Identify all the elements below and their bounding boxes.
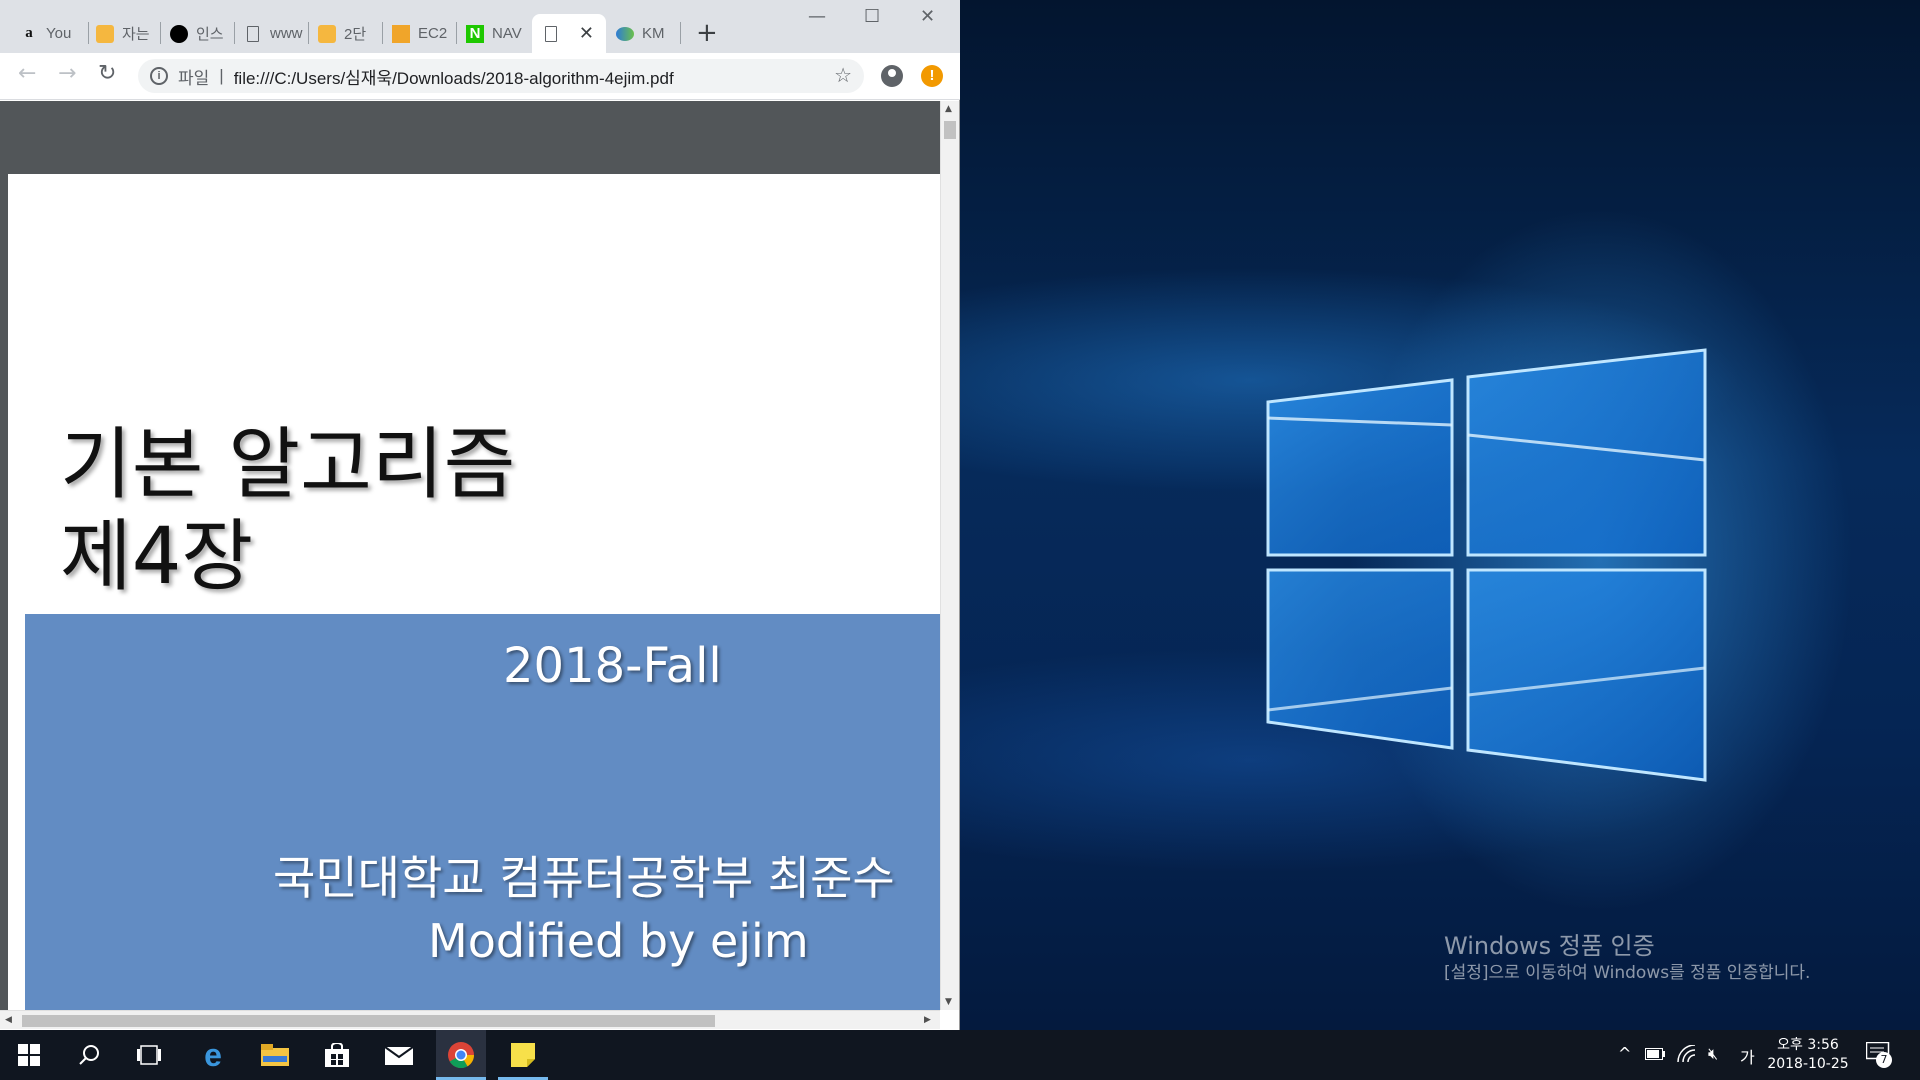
box-icon xyxy=(96,24,114,43)
amazon-icon: a xyxy=(25,25,33,41)
tab-insta[interactable]: 인스 xyxy=(160,14,234,53)
search-icon xyxy=(79,1045,99,1065)
tab-label: 인스 xyxy=(196,26,224,43)
activation-subtitle: [설정]으로 이동하여 Windows를 정품 인증합니다. xyxy=(1444,963,1811,983)
scroll-right-arrow-icon[interactable]: ▶ xyxy=(924,1015,931,1025)
activation-title: Windows 정품 인증 xyxy=(1444,932,1655,960)
minimize-button[interactable]: — xyxy=(808,6,826,27)
tab-ec2[interactable]: EC2 xyxy=(382,14,456,53)
pdf-page: 기본 알고리즘 제4장 2018-Fall 국민대학교 컴퓨터공학부 최준수 M… xyxy=(8,174,940,1010)
horizontal-scroll-thumb[interactable] xyxy=(22,1015,715,1027)
tab-label: EC2 xyxy=(418,25,448,42)
search-button[interactable] xyxy=(64,1030,114,1080)
file-explorer-button[interactable] xyxy=(250,1030,300,1080)
reload-button[interactable]: ↻ xyxy=(98,61,116,86)
store-button[interactable] xyxy=(312,1030,362,1080)
new-tab-button[interactable]: + xyxy=(696,18,718,48)
sticky-notes-button[interactable] xyxy=(498,1030,548,1080)
show-hidden-icons-icon[interactable]: ^ xyxy=(1618,1044,1631,1063)
scheme-label: 파일 xyxy=(178,68,210,88)
battery-icon[interactable] xyxy=(1645,1048,1665,1060)
start-button[interactable] xyxy=(4,1030,54,1080)
tab-label: You xyxy=(46,25,72,42)
tab-label: 자는 xyxy=(122,26,150,43)
pdf-toolbar xyxy=(0,101,940,174)
tab-naver[interactable]: N NAV xyxy=(456,14,530,53)
page-icon xyxy=(542,25,560,43)
tab-strip: a You 자는 인스 www 2단 EC2 N NAV ✕ KM + — ☐ … xyxy=(0,0,960,53)
volume-muted-icon[interactable]: 🔇︎ xyxy=(1708,1044,1718,1064)
windows-start-icon xyxy=(18,1044,40,1066)
notification-count-badge: 7 xyxy=(1876,1052,1892,1068)
scroll-left-arrow-icon[interactable]: ◀ xyxy=(5,1015,12,1025)
taskbar: e ^ 🔇︎ 가 오후 3:56 2018-10-25 7 xyxy=(0,1030,1920,1080)
maximize-button[interactable]: ☐ xyxy=(864,6,880,27)
edge-icon: e xyxy=(204,1036,222,1073)
close-window-button[interactable]: ✕ xyxy=(920,6,935,27)
mail-button[interactable] xyxy=(374,1030,424,1080)
star-icon[interactable]: ☆ xyxy=(834,63,852,88)
close-tab-icon[interactable]: ✕ xyxy=(579,23,594,44)
chrome-window: a You 자는 인스 www 2단 EC2 N NAV ✕ KM + — ☐ … xyxy=(0,0,960,1030)
tab-separator xyxy=(680,22,681,44)
mail-icon xyxy=(385,1046,413,1065)
tab-km[interactable]: KM xyxy=(606,14,680,53)
sticky-note-icon xyxy=(511,1043,535,1067)
vertical-scroll-thumb[interactable] xyxy=(944,121,956,139)
task-view-icon xyxy=(137,1045,161,1065)
box-icon xyxy=(318,24,336,43)
tab-amazon[interactable]: a You xyxy=(10,14,88,53)
tab-box[interactable]: 자는 xyxy=(86,14,160,53)
naver-icon: N xyxy=(466,24,484,43)
address-bar[interactable]: i 파일 | file:///C:/Users/심재욱/Downloads/20… xyxy=(138,59,864,93)
km-icon xyxy=(616,25,634,43)
tab-label: KM xyxy=(642,25,665,42)
action-center-button[interactable]: 7 xyxy=(1865,1041,1894,1068)
url-text[interactable]: file:///C:/Users/심재욱/Downloads/2018-algo… xyxy=(234,64,674,89)
pdf-modified-by: Modified by ejim xyxy=(428,914,809,968)
tab-label: NAV xyxy=(492,25,522,42)
account-icon[interactable] xyxy=(881,65,903,87)
scroll-down-arrow-icon[interactable]: ▼ xyxy=(945,997,952,1007)
clock-date[interactable]: 2018-10-25 xyxy=(1760,1056,1856,1072)
update-alert-icon[interactable]: ! xyxy=(921,65,943,87)
chrome-button[interactable] xyxy=(436,1030,486,1080)
store-bag-icon xyxy=(325,1043,349,1067)
task-view-button[interactable] xyxy=(124,1030,174,1080)
tab-2dan[interactable]: 2단 xyxy=(308,14,382,53)
tab-label: 2단 xyxy=(344,26,367,43)
back-button[interactable]: ← xyxy=(18,61,36,86)
scroll-up-arrow-icon[interactable]: ▲ xyxy=(945,104,952,114)
pdf-subtitle-band: 2018-Fall 국민대학교 컴퓨터공학부 최준수 Modified by e… xyxy=(25,614,940,1010)
browser-toolbar: ← → ↻ i 파일 | file:///C:/Users/심재욱/Downlo… xyxy=(0,53,960,100)
pdf-semester: 2018-Fall xyxy=(503,638,722,694)
aws-box-icon xyxy=(392,24,410,43)
divider: | xyxy=(219,66,224,85)
forward-button[interactable]: → xyxy=(58,61,76,86)
info-icon[interactable]: i xyxy=(150,67,168,85)
tab-www[interactable]: www xyxy=(234,14,308,53)
vertical-scrollbar[interactable]: ▲ ▼ xyxy=(940,101,959,1010)
chrome-icon xyxy=(448,1042,475,1069)
tab-active-pdf[interactable]: ✕ xyxy=(532,14,606,53)
folder-icon xyxy=(261,1044,289,1066)
page-icon xyxy=(244,25,262,43)
black-circle-icon xyxy=(170,24,188,43)
pdf-viewer: 기본 알고리즘 제4장 2018-Fall 국민대학교 컴퓨터공학부 최준수 M… xyxy=(0,101,940,1010)
wifi-icon[interactable] xyxy=(1677,1045,1697,1063)
pdf-author: 국민대학교 컴퓨터공학부 최준수 xyxy=(273,851,895,905)
tab-label: www xyxy=(270,25,303,42)
edge-button[interactable]: e xyxy=(188,1030,238,1080)
ime-indicator[interactable]: 가 xyxy=(1740,1044,1755,1068)
horizontal-scrollbar[interactable]: ◀ ▶ xyxy=(0,1010,940,1029)
clock-time[interactable]: 오후 3:56 xyxy=(1768,1034,1848,1054)
pdf-title-line2: 제4장 xyxy=(60,512,254,602)
